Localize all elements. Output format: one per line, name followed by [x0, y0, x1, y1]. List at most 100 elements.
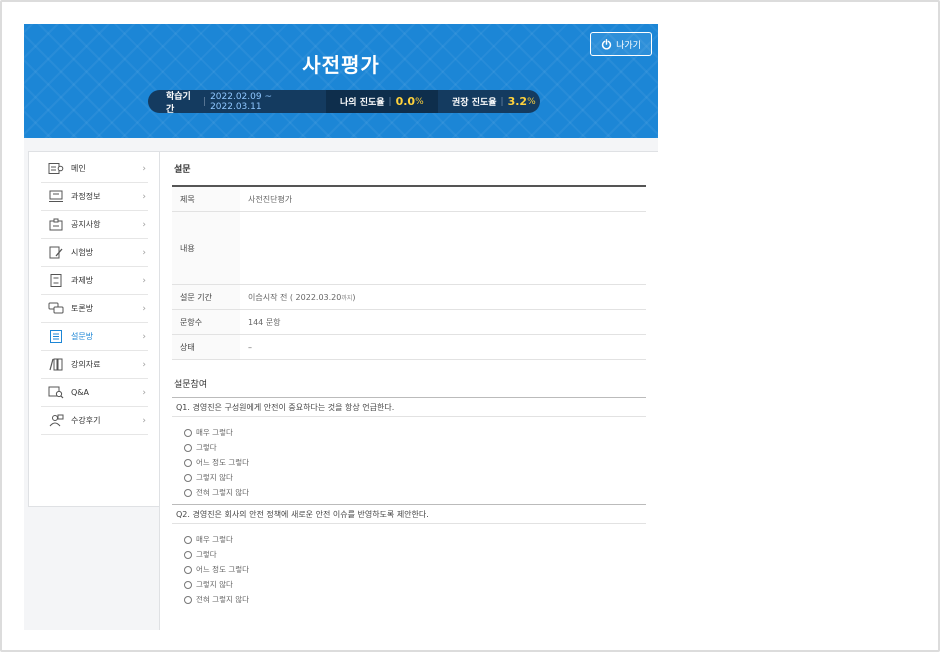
period-close: ): [352, 292, 356, 302]
progress-stats-bar: 학습기간 | 2022.02.09 ~ 2022.03.11 나의 진도율 | …: [148, 90, 540, 113]
participation-section-title: 설문참여: [174, 380, 208, 390]
sidebar-item-label: 과제방: [71, 276, 94, 285]
question-block: Q1. 경영진은 구성원에게 안전이 중요하다는 것을 항상 언급한다. 매우 …: [172, 397, 646, 500]
chevron-right-icon: ›: [142, 247, 146, 258]
period-value: 2022.02.09 ~ 2022.03.11: [210, 91, 272, 112]
exit-button[interactable]: 나가기: [590, 32, 652, 56]
chevron-right-icon: ›: [142, 415, 146, 426]
radio-circle-icon: [184, 535, 192, 544]
info-key: 문항수: [172, 310, 240, 334]
option-label: 전혀 그렇지 않다: [196, 488, 250, 497]
option-label: 어느 정도 그렇다: [196, 565, 250, 574]
info-key: 제목: [172, 187, 240, 211]
my-progress-unit: %: [415, 96, 424, 107]
course-page: 사전평가 나가기 학습기간 | 2022.02.09 ~ 2022.03.11 …: [24, 24, 658, 630]
separator: |: [500, 96, 504, 107]
option-radio[interactable]: 그렇지 않다: [172, 470, 646, 485]
option-radio[interactable]: 어느 정도 그렇다: [172, 562, 646, 577]
sidebar-item-main[interactable]: 메인 ›: [41, 155, 148, 183]
sidebar-item-notice[interactable]: 공지사항 ›: [41, 211, 148, 239]
power-icon: [601, 38, 612, 49]
option-label: 매우 그렇다: [196, 428, 233, 437]
info-value: –: [248, 342, 252, 352]
page-title: 사전평가: [302, 53, 380, 77]
radio-circle-icon: [184, 580, 192, 589]
info-value: 이습시작 전 ( 2022.03.20 까지 ): [240, 285, 646, 309]
option-label: 어느 정도 그렇다: [196, 458, 250, 467]
sidebar-item-label: 시험방: [71, 248, 94, 257]
option-radio[interactable]: 전혀 그렇지 않다: [172, 485, 646, 500]
chevron-right-icon: ›: [142, 331, 146, 342]
discussion-icon: [47, 302, 65, 316]
chevron-right-icon: ›: [142, 359, 146, 370]
info-value: 144 문항: [248, 317, 281, 327]
monitor-icon: [47, 190, 65, 204]
info-row-status: 상태 –: [172, 335, 646, 360]
option-radio[interactable]: 그렇지 않다: [172, 577, 646, 592]
sidebar-item-label: 설문방: [71, 332, 94, 341]
option-label: 그렇지 않다: [196, 473, 233, 482]
radio-circle-icon: [184, 595, 192, 604]
survey-content-panel: 설문 제목 사전진단평가 내용 설문 기간 이습시작 전 ( 2022.03.2…: [159, 151, 658, 630]
period-label: 학습기간: [166, 91, 191, 114]
sidebar-item-label: 과정정보: [71, 192, 101, 201]
sidebar-item-discussion[interactable]: 토론방 ›: [41, 295, 148, 323]
exit-label: 나가기: [616, 40, 641, 51]
info-row-title: 제목 사전진단평가: [172, 187, 646, 212]
option-label: 매우 그렇다: [196, 535, 233, 544]
option-radio[interactable]: 전혀 그렇지 않다: [172, 592, 646, 607]
sidebar-item-label: 수강후기: [71, 416, 101, 425]
chevron-right-icon: ›: [142, 275, 146, 286]
radio-circle-icon: [184, 443, 192, 452]
chevron-right-icon: ›: [142, 387, 146, 398]
sidebar-item-survey[interactable]: 설문방 ›: [41, 323, 148, 351]
sidebar-item-materials[interactable]: 강의자료 ›: [41, 351, 148, 379]
question-text: Q1. 경영진은 구성원에게 안전이 중요하다는 것을 항상 언급한다.: [172, 397, 646, 417]
separator: |: [388, 96, 392, 107]
chevron-right-icon: ›: [142, 191, 146, 202]
info-row-period: 설문 기간 이습시작 전 ( 2022.03.20 까지 ): [172, 285, 646, 310]
recommended-progress: 권장 진도율 | 3.2%: [438, 90, 536, 113]
info-key: 설문 기간: [172, 285, 240, 309]
sidebar-item-course-info[interactable]: 과정정보 ›: [41, 183, 148, 211]
radio-circle-icon: [184, 473, 192, 482]
sidebar-item-review[interactable]: 수강후기 ›: [41, 407, 148, 435]
chevron-right-icon: ›: [142, 303, 146, 314]
option-radio[interactable]: 어느 정도 그렇다: [172, 455, 646, 470]
sidebar-item-label: 공지사항: [71, 220, 101, 229]
question-text: Q2. 경영진은 회사의 안전 정책에 새로운 안전 이슈를 반영하도록 제안한…: [172, 504, 646, 524]
radio-circle-icon: [184, 550, 192, 559]
option-radio[interactable]: 그렇다: [172, 547, 646, 562]
info-row-count: 문항수 144 문항: [172, 310, 646, 335]
option-radio[interactable]: 그렇다: [172, 440, 646, 455]
option-label: 그렇다: [196, 550, 217, 559]
assignment-icon: [47, 274, 65, 288]
qna-icon: [47, 386, 65, 400]
option-label: 그렇지 않다: [196, 580, 233, 589]
books-icon: [47, 358, 65, 372]
period-suffix: 까지: [341, 294, 353, 302]
notice-icon: [47, 218, 65, 232]
info-value: 사전진단평가: [248, 194, 293, 204]
my-progress: 나의 진도율 | 0.0%: [326, 90, 438, 113]
sidebar-item-label: Q&A: [71, 388, 90, 397]
radio-circle-icon: [184, 488, 192, 497]
radio-circle-icon: [184, 565, 192, 574]
header-banner: 사전평가 나가기 학습기간 | 2022.02.09 ~ 2022.03.11 …: [24, 24, 658, 138]
sidebar-item-label: 토론방: [71, 304, 94, 313]
survey-icon: [47, 330, 65, 344]
survey-info-table: 제목 사전진단평가 내용 설문 기간 이습시작 전 ( 2022.03.20 까…: [172, 185, 646, 360]
info-key: 상태: [172, 335, 240, 359]
option-radio[interactable]: 매우 그렇다: [172, 532, 646, 547]
sidebar-item-label: 강의자료: [71, 360, 101, 369]
radio-circle-icon: [184, 428, 192, 437]
recommended-unit: %: [527, 96, 536, 107]
option-radio[interactable]: 매우 그렇다: [172, 425, 646, 440]
option-label: 전혀 그렇지 않다: [196, 595, 250, 604]
chevron-right-icon: ›: [142, 163, 146, 174]
sidebar-item-assignment[interactable]: 과제방 ›: [41, 267, 148, 295]
sidebar-item-qna[interactable]: Q&A ›: [41, 379, 148, 407]
sidebar-item-exam[interactable]: 시험방 ›: [41, 239, 148, 267]
home-icon: [47, 162, 65, 176]
info-value: [240, 212, 646, 284]
